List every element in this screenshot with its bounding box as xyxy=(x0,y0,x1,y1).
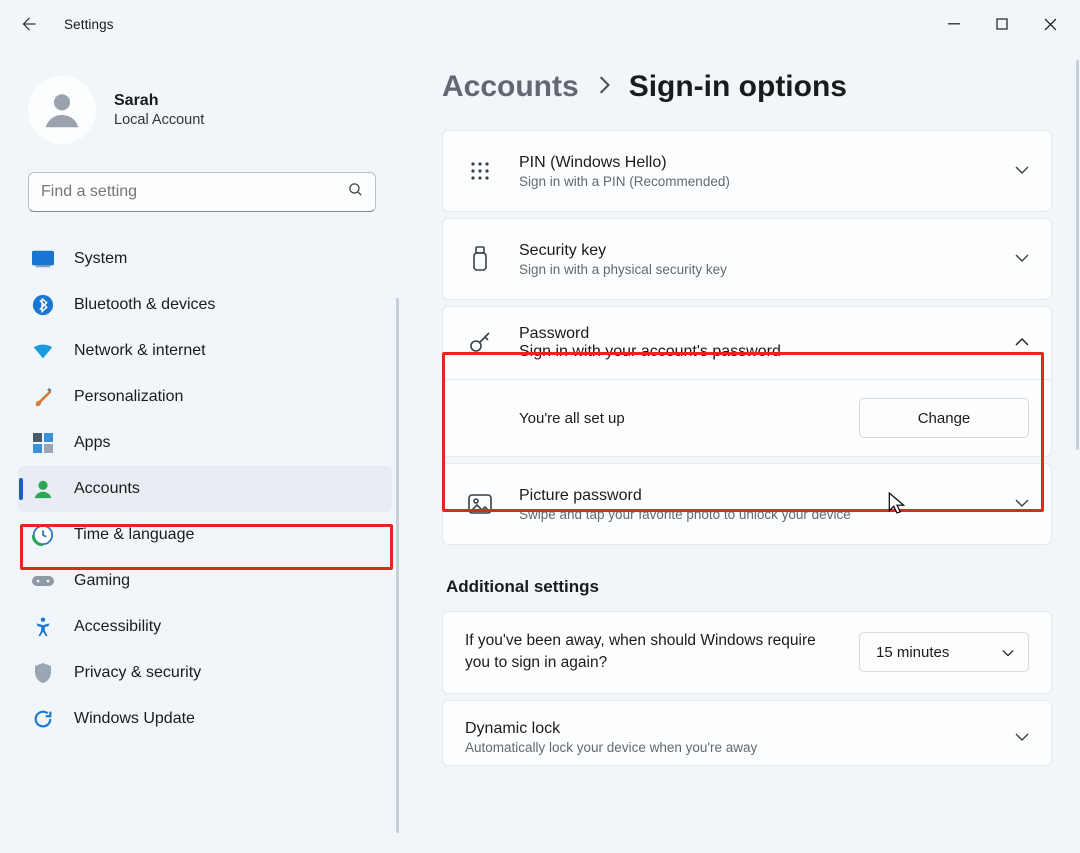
sidebar-item-gaming[interactable]: Gaming xyxy=(18,558,392,604)
profile-name: Sarah xyxy=(114,92,204,110)
option-sub: Sign in with a PIN (Recommended) xyxy=(519,174,991,189)
breadcrumb-parent[interactable]: Accounts xyxy=(442,70,579,104)
usb-key-icon xyxy=(465,246,495,272)
sidebar-item-apps[interactable]: Apps xyxy=(18,420,392,466)
content: Accounts Sign-in options PIN (Windows He… xyxy=(400,48,1080,853)
sidebar-item-system[interactable]: System xyxy=(18,236,392,282)
close-button[interactable] xyxy=(1026,4,1074,44)
gamepad-icon xyxy=(30,568,56,594)
sidebar-item-network[interactable]: Network & internet xyxy=(18,328,392,374)
shield-icon xyxy=(30,660,56,686)
avatar xyxy=(28,76,96,144)
sidebar-item-label: Time & language xyxy=(74,526,194,544)
accounts-icon xyxy=(30,476,56,502)
breadcrumb: Accounts Sign-in options xyxy=(442,70,1052,104)
wifi-icon xyxy=(30,338,56,364)
minimize-button[interactable] xyxy=(930,4,978,44)
sidebar-item-label: Network & internet xyxy=(74,342,206,360)
search-input[interactable] xyxy=(28,172,376,212)
bluetooth-icon xyxy=(30,292,56,318)
sidebar-nav: System Bluetooth & devices Network & int… xyxy=(0,230,400,742)
signin-again-row: If you've been away, when should Windows… xyxy=(442,611,1052,694)
chevron-down-icon xyxy=(1015,729,1029,747)
sidebar-item-label: Privacy & security xyxy=(74,664,201,682)
sidebar-item-label: Gaming xyxy=(74,572,130,590)
chevron-down-icon xyxy=(1015,250,1029,268)
option-pin[interactable]: PIN (Windows Hello) Sign in with a PIN (… xyxy=(442,130,1052,212)
select-value: 15 minutes xyxy=(876,644,949,661)
chevron-up-icon xyxy=(1015,334,1029,352)
sidebar-item-label: Windows Update xyxy=(74,710,195,728)
option-sub: Swipe and tap your favorite photo to unl… xyxy=(519,507,991,522)
option-title: Picture password xyxy=(519,487,991,505)
sidebar-item-label: Personalization xyxy=(74,388,183,406)
brush-icon xyxy=(30,384,56,410)
sidebar-item-update[interactable]: Windows Update xyxy=(18,696,392,742)
key-icon xyxy=(465,331,495,355)
sidebar-item-bluetooth[interactable]: Bluetooth & devices xyxy=(18,282,392,328)
option-security-key[interactable]: Security key Sign in with a physical sec… xyxy=(442,218,1052,300)
numpad-icon xyxy=(465,161,495,181)
back-button[interactable] xyxy=(8,4,48,44)
option-title: PIN (Windows Hello) xyxy=(519,154,991,172)
sidebar-item-label: System xyxy=(74,250,127,268)
sidebar-item-label: Bluetooth & devices xyxy=(74,296,215,314)
sidebar: Sarah Local Account System Bluetooth & d… xyxy=(0,48,400,853)
window-controls xyxy=(930,4,1074,44)
option-title: Password xyxy=(519,325,991,343)
change-button[interactable]: Change xyxy=(859,398,1029,438)
option-password-header[interactable]: Password Sign in with your account's pas… xyxy=(443,307,1051,380)
option-password: Password Sign in with your account's pas… xyxy=(442,306,1052,457)
option-sub: Sign in with your account's password xyxy=(519,343,991,361)
apps-icon xyxy=(30,430,56,456)
option-dynamic-lock[interactable]: Dynamic lock Automatically lock your dev… xyxy=(442,700,1052,766)
signin-again-text: If you've been away, when should Windows… xyxy=(465,630,835,675)
sidebar-item-label: Accessibility xyxy=(74,618,161,636)
option-picture-password[interactable]: Picture password Swipe and tap your favo… xyxy=(442,463,1052,545)
update-icon xyxy=(30,706,56,732)
option-title: Security key xyxy=(519,242,991,260)
accessibility-icon xyxy=(30,614,56,640)
password-status: You're all set up xyxy=(519,410,835,427)
option-sub: Automatically lock your device when you'… xyxy=(465,740,991,755)
picture-icon xyxy=(465,493,495,515)
chevron-down-icon xyxy=(1002,644,1014,661)
system-icon xyxy=(30,246,56,272)
sidebar-item-time[interactable]: Time & language xyxy=(18,512,392,558)
chevron-down-icon xyxy=(1015,162,1029,180)
option-title: Dynamic lock xyxy=(465,720,991,738)
sidebar-scrollbar[interactable] xyxy=(396,298,399,833)
sidebar-item-label: Apps xyxy=(74,434,110,452)
search xyxy=(28,172,376,212)
chevron-right-icon xyxy=(597,76,611,99)
sidebar-item-privacy[interactable]: Privacy & security xyxy=(18,650,392,696)
option-sub: Sign in with a physical security key xyxy=(519,262,991,277)
profile-subtitle: Local Account xyxy=(114,112,204,128)
signin-again-select[interactable]: 15 minutes xyxy=(859,632,1029,672)
content-scrollbar[interactable] xyxy=(1076,60,1080,450)
sidebar-item-accessibility[interactable]: Accessibility xyxy=(18,604,392,650)
sidebar-item-accounts[interactable]: Accounts xyxy=(18,466,392,512)
additional-settings-heading: Additional settings xyxy=(446,577,1052,597)
sidebar-item-label: Accounts xyxy=(74,480,140,498)
sidebar-item-personalization[interactable]: Personalization xyxy=(18,374,392,420)
titlebar: Settings xyxy=(0,0,1080,48)
maximize-button[interactable] xyxy=(978,4,1026,44)
clock-icon xyxy=(30,522,56,548)
profile[interactable]: Sarah Local Account xyxy=(0,76,400,162)
search-icon xyxy=(347,181,364,203)
page-title: Sign-in options xyxy=(629,70,847,104)
app-title: Settings xyxy=(64,17,114,32)
chevron-down-icon xyxy=(1015,495,1029,513)
